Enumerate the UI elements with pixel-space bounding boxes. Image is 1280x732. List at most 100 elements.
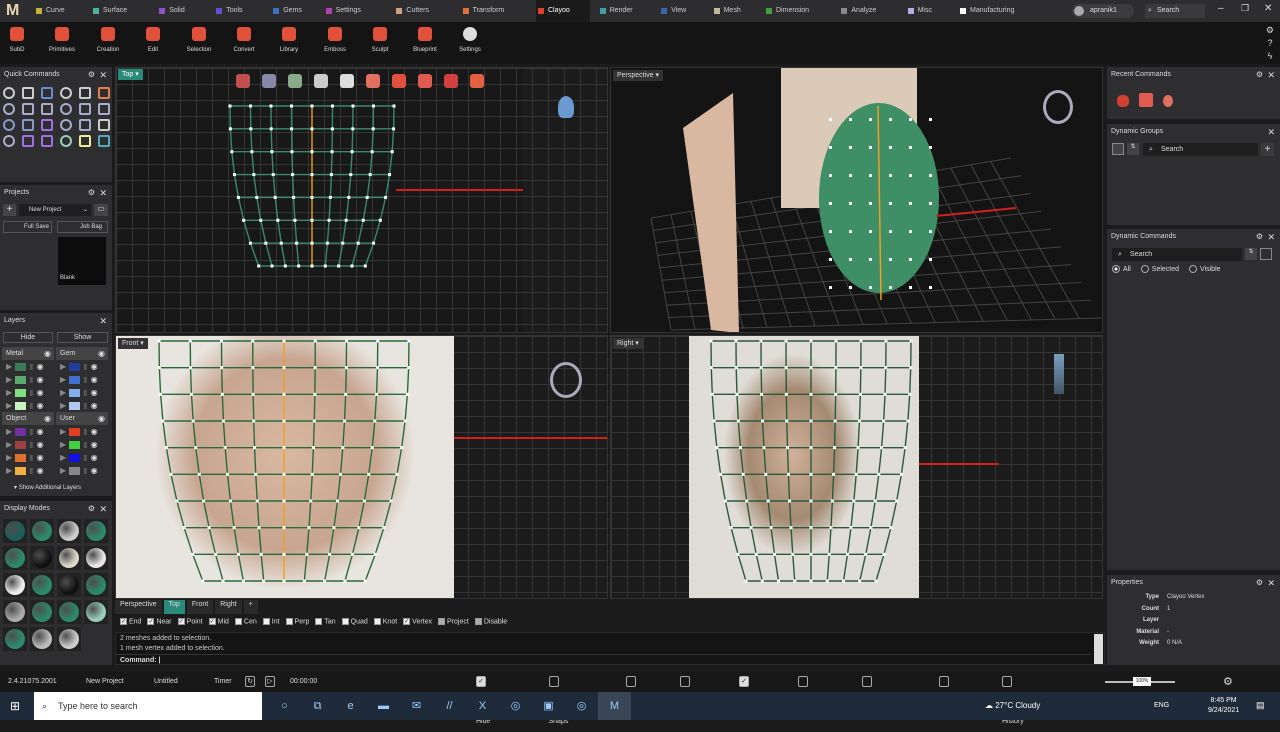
mesh-vertex[interactable] xyxy=(242,219,245,222)
mesh-vertex[interactable] xyxy=(864,553,867,556)
display-mode-button[interactable] xyxy=(84,519,108,543)
checkbox[interactable] xyxy=(549,676,559,687)
eye-icon[interactable]: ◉ xyxy=(91,427,98,436)
eye-icon[interactable]: ◉ xyxy=(44,349,51,358)
mesh-vertex[interactable] xyxy=(929,174,932,177)
layer-row[interactable]: ▶▮◉ xyxy=(2,464,54,477)
mesh-vertex[interactable] xyxy=(336,500,339,503)
show-layers-button[interactable]: Show xyxy=(57,332,108,343)
calculator-icon[interactable] xyxy=(1260,248,1272,260)
mesh-vertex[interactable] xyxy=(311,127,314,130)
mesh-vertex[interactable] xyxy=(849,146,852,149)
mesh-vertex[interactable] xyxy=(833,446,836,449)
eye-icon[interactable]: ◉ xyxy=(91,440,98,449)
osnap-project[interactable]: Project xyxy=(438,618,469,625)
mesh-vertex[interactable] xyxy=(810,473,813,476)
menu-tab-clayoo[interactable]: Clayoo xyxy=(536,0,590,22)
mesh-vertex[interactable] xyxy=(773,553,776,556)
menu-tab-curve[interactable]: Curve xyxy=(34,0,83,22)
eye-icon[interactable]: ◉ xyxy=(91,401,98,410)
mesh-vertex[interactable] xyxy=(198,473,201,476)
layer-group-header[interactable]: Object◉ xyxy=(2,412,54,425)
layer-row[interactable]: ▶▮◉ xyxy=(56,464,108,477)
mesh-vertex[interactable] xyxy=(829,258,832,261)
mesh-vertex[interactable] xyxy=(292,196,295,199)
mesh-vertex[interactable] xyxy=(376,340,379,343)
mesh-vertex[interactable] xyxy=(189,340,192,343)
checkbox[interactable] xyxy=(475,618,482,625)
layer-color-swatch[interactable] xyxy=(69,389,80,397)
property-value[interactable]: - xyxy=(1167,627,1169,639)
mesh-vertex[interactable] xyxy=(283,420,286,423)
viewport-top[interactable]: Top ▾ Top ▾ xyxy=(115,67,608,333)
viewport-right[interactable]: Right ▾ xyxy=(610,335,1103,599)
mesh-vertex[interactable] xyxy=(785,420,788,423)
mesh-vertex[interactable] xyxy=(895,500,898,503)
mesh-vertex[interactable] xyxy=(793,580,796,583)
expand-icon[interactable]: ▶ xyxy=(60,453,66,462)
mesh-vertex[interactable] xyxy=(290,105,293,108)
mesh-vertex[interactable] xyxy=(909,366,912,369)
quick-command-icon[interactable] xyxy=(41,135,53,147)
mesh-vertex[interactable] xyxy=(929,118,932,121)
eye-icon[interactable]: ◉ xyxy=(37,427,44,436)
mesh-vertex[interactable] xyxy=(882,420,885,423)
mesh-vertex[interactable] xyxy=(256,500,259,503)
mesh-vertex[interactable] xyxy=(810,366,813,369)
mesh-vertex[interactable] xyxy=(785,366,788,369)
mesh-vertex[interactable] xyxy=(242,580,245,583)
display-mode-button[interactable] xyxy=(57,627,81,651)
quick-command-icon[interactable] xyxy=(41,119,53,131)
toggle-auto-hide[interactable]: ✓Auto Hide xyxy=(476,672,492,692)
mesh-vertex[interactable] xyxy=(849,258,852,261)
mesh-vertex[interactable] xyxy=(362,219,365,222)
mesh-vertex[interactable] xyxy=(810,500,813,503)
close-icon[interactable]: ✕ xyxy=(1267,67,1275,83)
osnap-quad[interactable]: Quad xyxy=(342,618,368,625)
mesh-vertex[interactable] xyxy=(869,286,872,289)
mesh-vertex[interactable] xyxy=(869,202,872,205)
ribbon-primitives[interactable]: Primitives xyxy=(42,22,82,64)
mesh-vertex[interactable] xyxy=(311,265,314,268)
mesh-vertex[interactable] xyxy=(297,265,300,268)
mesh-vertex[interactable] xyxy=(869,258,872,261)
property-value[interactable]: 0 N/A xyxy=(1167,638,1182,650)
mesh-vertex[interactable] xyxy=(229,127,232,130)
mesh-vertex[interactable] xyxy=(375,393,378,396)
display-mode-button[interactable] xyxy=(3,627,27,651)
clayoo-tool-icon[interactable] xyxy=(314,74,328,88)
mesh-vertex[interactable] xyxy=(858,580,861,583)
mesh-vertex[interactable] xyxy=(158,366,161,369)
layer-row[interactable]: ▶▮◉ xyxy=(56,360,108,373)
layer-row[interactable]: ▶▮◉ xyxy=(2,399,54,412)
mesh-vertex[interactable] xyxy=(884,366,887,369)
expand-icon[interactable]: ▶ xyxy=(6,453,12,462)
eye-icon[interactable]: ◉ xyxy=(37,440,44,449)
osnap-int[interactable]: Int xyxy=(263,618,280,625)
mesh-vertex[interactable] xyxy=(343,580,346,583)
mesh-vertex[interactable] xyxy=(810,553,813,556)
mesh-vertex[interactable] xyxy=(280,242,283,245)
ribbon-creation[interactable]: Creation xyxy=(88,22,128,64)
show-additional-layers[interactable]: ▾ Show Additional Layers xyxy=(14,484,81,491)
mesh-vertex[interactable] xyxy=(889,526,892,529)
mesh-vertex[interactable] xyxy=(885,340,888,343)
mesh-vertex[interactable] xyxy=(175,500,178,503)
mesh-vertex[interactable] xyxy=(274,196,277,199)
job-bag-button[interactable]: Job Bag xyxy=(57,221,108,233)
mesh-vertex[interactable] xyxy=(371,446,374,449)
checkbox[interactable]: ✓ xyxy=(739,676,749,687)
mesh-vertex[interactable] xyxy=(330,173,333,176)
layer-color-swatch[interactable] xyxy=(69,363,80,371)
layer-row[interactable]: ▶▮◉ xyxy=(56,438,108,451)
eye-icon[interactable]: ◉ xyxy=(91,453,98,462)
checkbox[interactable] xyxy=(798,676,808,687)
mesh-vertex[interactable] xyxy=(834,420,837,423)
mesh-vertex[interactable] xyxy=(251,366,254,369)
mesh-vertex[interactable] xyxy=(324,265,327,268)
radio[interactable] xyxy=(1189,265,1197,273)
mesh-vertex[interactable] xyxy=(313,420,316,423)
mesh-vertex[interactable] xyxy=(810,446,813,449)
mesh-vertex[interactable] xyxy=(251,340,254,343)
toggle-gumball[interactable]: Gumball xyxy=(939,672,965,692)
